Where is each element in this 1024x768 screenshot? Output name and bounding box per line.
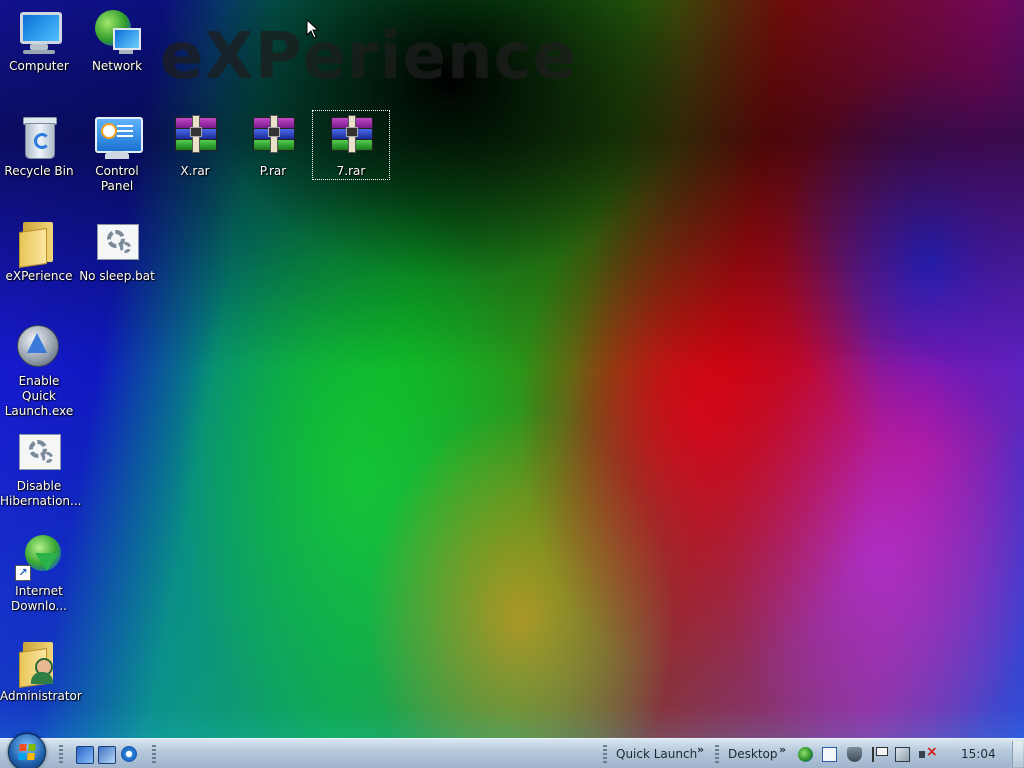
wallpaper-title: eXPerience [160, 20, 577, 94]
control-panel-icon [93, 113, 143, 161]
rar-archive-icon [171, 113, 219, 161]
desktop-icon-experience-folder[interactable]: eXPerience [0, 216, 78, 290]
toolbar-grip[interactable] [603, 745, 607, 763]
batch-file-icon [93, 218, 141, 266]
desktop-icon-recycle-bin[interactable]: Recycle Bin [0, 111, 78, 185]
desktop-icon-label: Recycle Bin [4, 164, 74, 178]
toolbar-grip[interactable] [715, 745, 719, 763]
chevron-right-icon[interactable]: » [779, 743, 786, 756]
user-folder-icon [15, 638, 63, 688]
start-button[interactable] [8, 733, 46, 768]
internet-explorer-icon[interactable] [121, 746, 137, 762]
globe-icon[interactable] [798, 747, 813, 762]
rar-archive-icon [327, 113, 375, 161]
folder-icon [15, 218, 63, 268]
desktop-icon-label: Computer [9, 59, 69, 73]
desktop-icon-no-sleep-bat[interactable]: No sleep.bat [78, 216, 156, 290]
desktop-icon-network[interactable]: Network [78, 6, 156, 80]
desktop-icon-label: Disable Hibernation... [0, 479, 82, 508]
desktop-icon-disable-hibernation[interactable]: Disable Hibernation... [0, 426, 82, 514]
toolbar-grip[interactable] [152, 745, 156, 763]
download-manager-shortcut-icon: ↗ [15, 533, 63, 581]
desktop-icon-label: Enable Quick Launch.exe [4, 374, 74, 418]
desktop-icon-control-panel[interactable]: Control Panel [78, 111, 156, 193]
chevron-right-icon[interactable]: » [697, 743, 704, 756]
network-icon[interactable] [895, 747, 910, 762]
action-center-flag-icon[interactable] [872, 747, 888, 762]
network-icon [93, 8, 141, 56]
toolbar-grip[interactable] [59, 745, 63, 763]
desktop-icon-label: Internet Downlo... [11, 584, 67, 613]
windows-start-orb-icon [18, 744, 36, 760]
desktop-icon-label: X.rar [180, 164, 210, 178]
volume-muted-icon[interactable] [919, 744, 938, 762]
desktop-icon-x-rar[interactable]: X.rar [156, 111, 234, 185]
show-desktop-icon[interactable] [76, 746, 94, 764]
switch-windows-icon[interactable] [98, 746, 116, 764]
desktop-icon-computer[interactable]: Computer [0, 6, 78, 80]
desktop-icon-label: Network [91, 59, 143, 73]
document-icon[interactable] [822, 747, 837, 762]
desktop[interactable]: eXPerience Computer Network Recycle Bin … [0, 0, 1024, 768]
rar-archive-icon [249, 113, 297, 161]
toolbar-desktop[interactable]: Desktop [728, 747, 778, 761]
security-shield-icon[interactable] [847, 747, 862, 762]
recycle-bin-icon [15, 113, 63, 161]
computer-icon [15, 8, 63, 56]
desktop-icon-p-rar[interactable]: P.rar [234, 111, 312, 185]
desktop-icon-enable-quick-launch[interactable]: Enable Quick Launch.exe [0, 321, 78, 418]
clock[interactable]: 15:04 [961, 747, 996, 761]
desktop-icon-label: 7.rar [336, 164, 366, 178]
toolbar-quick-launch[interactable]: Quick Launch [616, 747, 697, 761]
batch-file-icon [15, 428, 63, 476]
desktop-icon-label: P.rar [259, 164, 287, 178]
desktop-icon-7-rar[interactable]: 7.rar [312, 110, 390, 180]
show-desktop-button[interactable] [1012, 741, 1023, 767]
desktop-icon-label: Administrator [0, 689, 82, 703]
desktop-icon-label: Control Panel [95, 164, 139, 193]
desktop-icon-internet-download-manager[interactable]: ↗ Internet Downlo... [0, 531, 78, 619]
desktop-icon-label: eXPerience [5, 269, 73, 283]
application-icon [15, 323, 63, 371]
desktop-icon-label: No sleep.bat [79, 269, 155, 283]
taskbar: Quick Launch » Desktop » 15:04 [0, 733, 1024, 768]
desktop-icon-administrator[interactable]: Administrator [0, 636, 82, 710]
